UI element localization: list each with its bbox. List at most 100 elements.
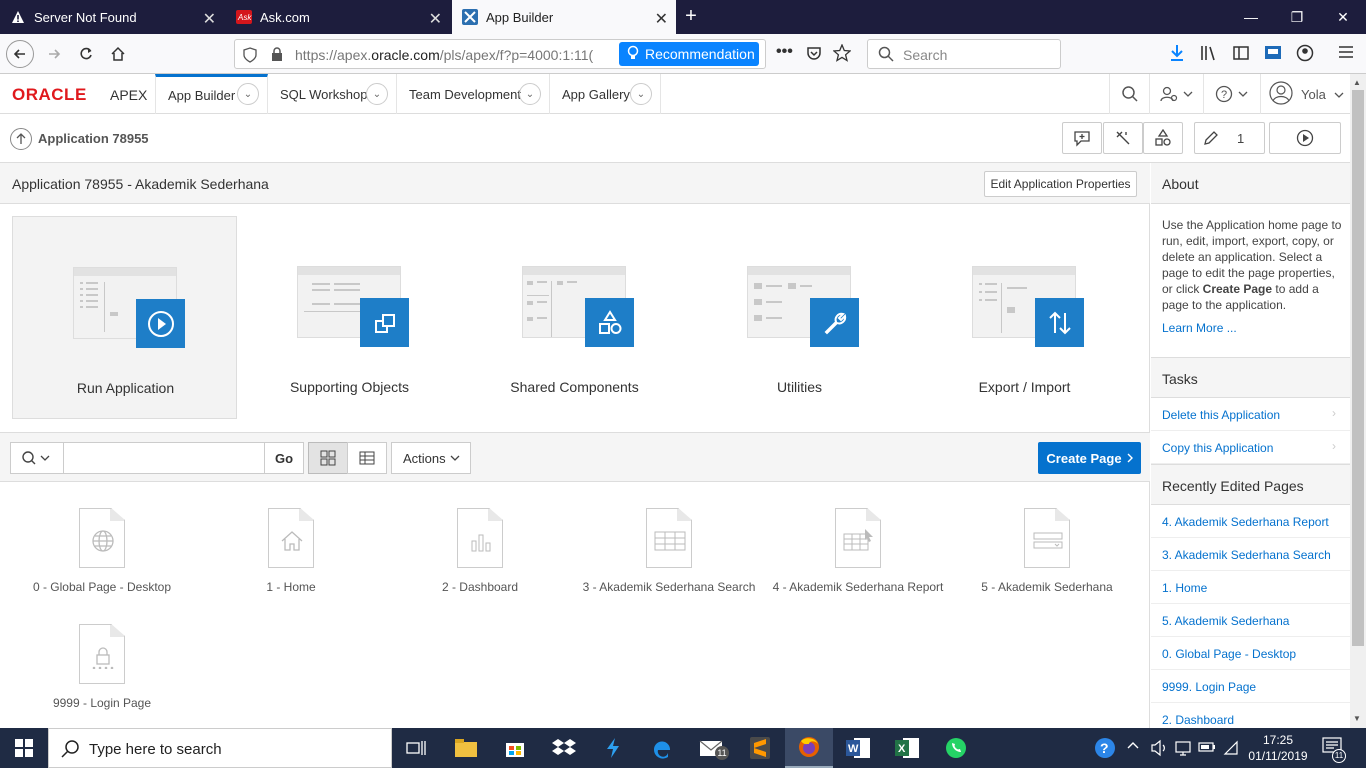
tab-sql-workshop[interactable]: SQL Workshop ⌄ — [268, 74, 397, 114]
wifi-icon[interactable] — [1222, 739, 1240, 760]
firefox-icon[interactable] — [785, 728, 833, 768]
volume-icon[interactable] — [1150, 739, 1168, 760]
hamburger-menu-icon[interactable] — [1338, 44, 1354, 63]
utilities-card[interactable]: Utilities — [687, 216, 912, 419]
task-view-icon[interactable] — [392, 728, 440, 768]
chevron-down-icon[interactable]: ⌄ — [237, 83, 259, 105]
close-tab-icon[interactable]: ✕ — [429, 9, 442, 29]
tab-team-development[interactable]: Team Development ⌄ — [397, 74, 550, 114]
taskbar-search-box[interactable]: Type here to search — [48, 728, 392, 768]
restore-icon[interactable]: ❐ — [1274, 0, 1320, 34]
edit-page-button[interactable]: 1 — [1194, 122, 1265, 154]
windows-start-icon[interactable] — [0, 728, 48, 768]
page-item-0[interactable]: 0 - Global Page - Desktop — [7, 508, 197, 594]
apex-logo-text[interactable]: APEX — [110, 87, 147, 103]
shared-components-card[interactable]: Shared Components — [462, 216, 687, 419]
browser-tab-ask[interactable]: Ask Ask.com ✕ — [226, 0, 450, 34]
report-view-button[interactable] — [347, 442, 387, 474]
chevron-down-icon[interactable]: ⌄ — [519, 83, 541, 105]
help-menu-icon[interactable]: ? — [1203, 74, 1260, 114]
file-explorer-icon[interactable] — [442, 728, 490, 768]
scroll-down-icon[interactable]: ▼ — [1353, 714, 1361, 723]
breadcrumb[interactable]: Application 78955 — [38, 131, 149, 146]
edge-icon[interactable] — [638, 728, 686, 768]
recent-page-link[interactable]: 0. Global Page - Desktop — [1151, 637, 1350, 670]
recent-page-link[interactable]: 1. Home — [1151, 571, 1350, 604]
recent-page-link[interactable]: 3. Akademik Sederhana Search — [1151, 538, 1350, 571]
tray-chevron-up-icon[interactable] — [1127, 740, 1139, 755]
browser-tab-server-not-found[interactable]: Server Not Found ✕ — [0, 0, 224, 34]
new-tab-icon[interactable]: + — [680, 5, 702, 27]
whatsapp-icon[interactable] — [932, 728, 980, 768]
browser-tab-app-builder[interactable]: App Builder ✕ — [452, 0, 676, 34]
icon-view-button[interactable] — [308, 442, 348, 474]
download-icon[interactable] — [1169, 44, 1185, 65]
account-icon[interactable] — [1296, 44, 1314, 65]
bookmark-star-icon[interactable] — [832, 43, 852, 65]
recent-page-link[interactable]: 5. Akademik Sederhana — [1151, 604, 1350, 637]
page-item-9999[interactable]: 9999 - Login Page — [7, 624, 197, 710]
edit-application-properties-button[interactable]: Edit Application Properties — [984, 171, 1137, 197]
tab-app-builder[interactable]: App Builder ⌄ — [155, 74, 268, 114]
feedback-button[interactable] — [1062, 122, 1102, 154]
home-icon[interactable] — [104, 40, 132, 68]
minimize-icon[interactable]: — — [1228, 0, 1274, 34]
learn-more-link[interactable]: Learn More ... — [1162, 321, 1237, 335]
close-tab-icon[interactable]: ✕ — [655, 9, 668, 29]
pocket-icon[interactable] — [806, 45, 822, 64]
pages-search-input[interactable] — [63, 442, 265, 474]
task-delete-application[interactable]: Delete this Application › — [1151, 398, 1350, 431]
tab-app-gallery[interactable]: App Gallery ⌄ — [550, 74, 661, 114]
up-arrow-icon[interactable] — [10, 128, 32, 150]
page-actions-menu-icon[interactable]: ••• — [776, 43, 793, 61]
recommendation-button[interactable]: Recommendation — [619, 42, 759, 66]
shield-icon[interactable] — [243, 47, 257, 66]
close-window-icon[interactable]: ✕ — [1320, 0, 1366, 34]
chevron-down-icon[interactable]: ⌄ — [366, 83, 388, 105]
scrollbar-thumb[interactable] — [1352, 90, 1364, 646]
word-icon[interactable]: W — [834, 728, 882, 768]
run-application-card[interactable]: Run Application — [12, 216, 237, 419]
scroll-up-icon[interactable]: ▲ — [1353, 78, 1361, 87]
search-icon[interactable] — [1109, 74, 1149, 114]
forward-icon[interactable] — [40, 40, 68, 68]
chevron-down-icon[interactable]: ⌄ — [630, 83, 652, 105]
sublime-text-icon[interactable] — [736, 728, 784, 768]
lock-icon[interactable] — [271, 47, 283, 65]
admin-menu-icon[interactable] — [1149, 74, 1203, 114]
supporting-objects-card[interactable]: Supporting Objects — [237, 216, 462, 419]
back-icon[interactable] — [6, 40, 34, 68]
action-center-icon[interactable]: 11 — [1322, 737, 1346, 763]
page-item-5[interactable]: 5 - Akademik Sederhana — [952, 508, 1142, 594]
library-icon[interactable] — [1200, 44, 1218, 65]
recent-page-link[interactable]: 2. Dashboard — [1151, 703, 1350, 728]
actions-menu-button[interactable]: Actions — [391, 442, 471, 474]
help-tray-icon[interactable]: ? — [1094, 737, 1116, 762]
close-tab-icon[interactable]: ✕ — [203, 9, 216, 29]
excel-icon[interactable]: X — [883, 728, 931, 768]
mail-icon[interactable]: 11 — [687, 728, 735, 768]
create-page-button[interactable]: Create Page — [1038, 442, 1141, 474]
page-item-2[interactable]: 2 - Dashboard — [385, 508, 575, 594]
network-icon[interactable] — [1174, 739, 1192, 760]
go-button[interactable]: Go — [264, 442, 304, 474]
clock[interactable]: 17:25 01/11/2019 — [1248, 732, 1308, 764]
extension-icon[interactable] — [1264, 44, 1282, 65]
recent-page-link[interactable]: 4. Akademik Sederhana Report — [1151, 505, 1350, 538]
page-item-1[interactable]: 1 - Home — [196, 508, 386, 594]
battery-icon[interactable] — [1198, 740, 1216, 757]
page-item-3[interactable]: 3 - Akademik Sederhana Search — [574, 508, 764, 594]
recent-page-link[interactable]: 9999. Login Page — [1151, 670, 1350, 703]
vscode-icon[interactable] — [589, 728, 637, 768]
vertical-scrollbar[interactable]: ▲ ▼ — [1350, 74, 1366, 728]
shared-components-button[interactable] — [1143, 122, 1183, 154]
task-copy-application[interactable]: Copy this Application › — [1151, 431, 1350, 464]
export-import-card[interactable]: Export / Import — [912, 216, 1137, 419]
search-column-selector[interactable] — [10, 442, 64, 474]
store-icon[interactable] — [491, 728, 539, 768]
dropbox-icon[interactable] — [540, 728, 588, 768]
run-page-button[interactable] — [1269, 122, 1341, 154]
browser-search-input[interactable]: Search — [867, 39, 1061, 69]
reload-icon[interactable] — [72, 40, 100, 68]
page-item-4[interactable]: 4 - Akademik Sederhana Report — [763, 508, 953, 594]
